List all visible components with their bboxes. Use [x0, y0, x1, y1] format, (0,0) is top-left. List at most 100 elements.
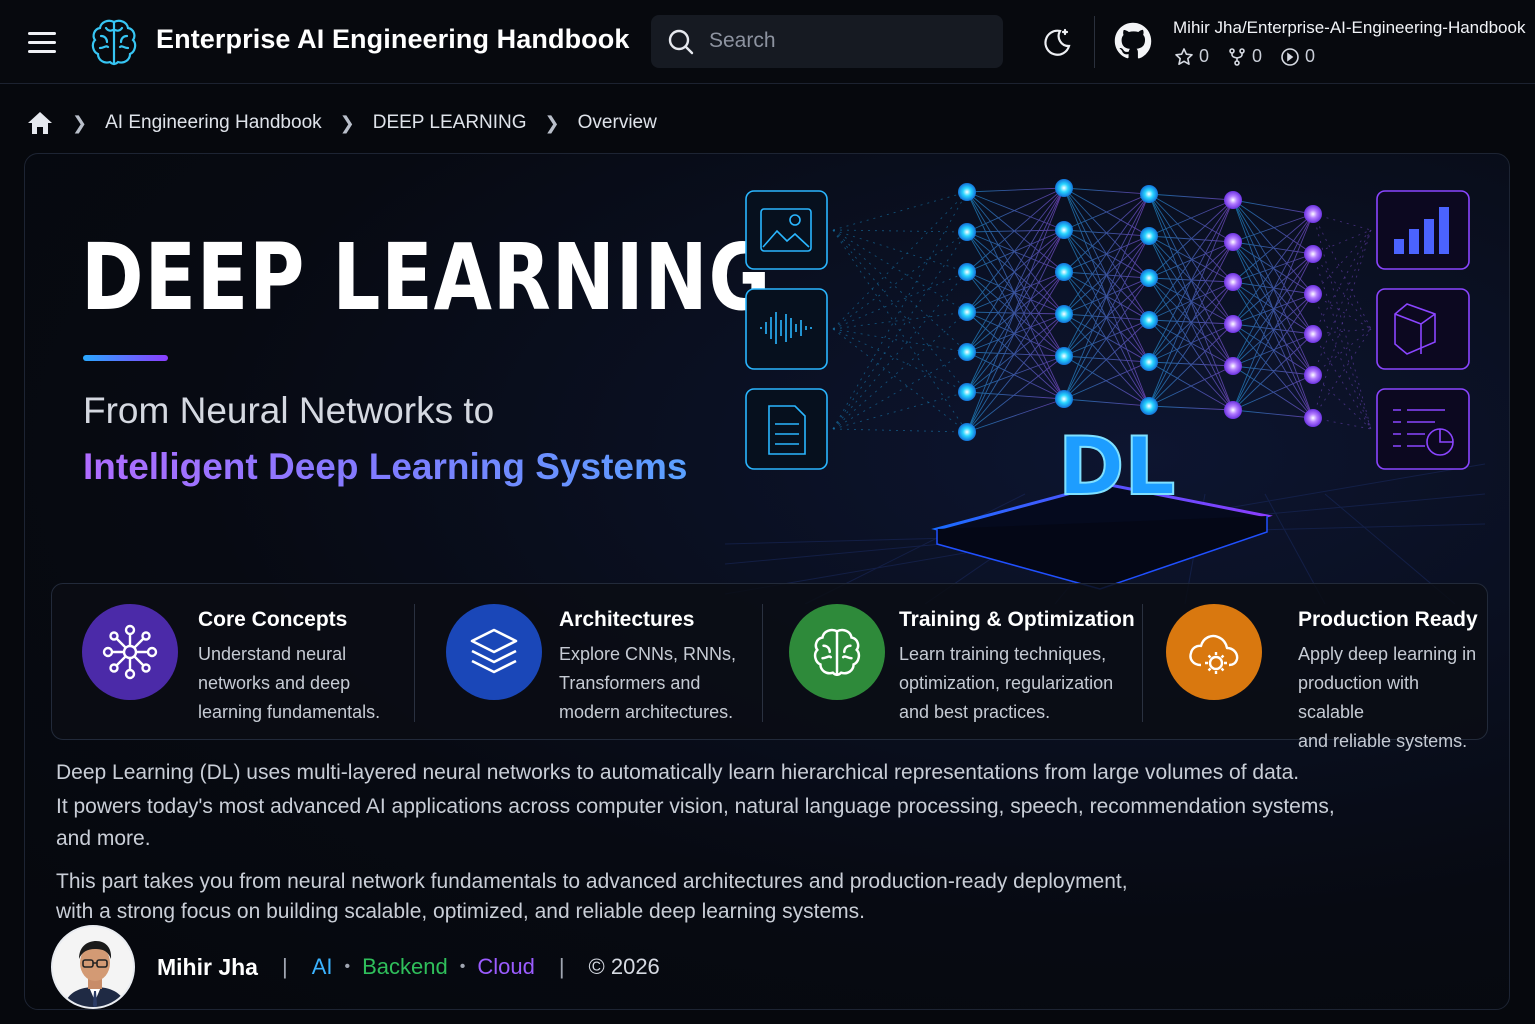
author-portrait: [53, 927, 133, 1007]
network-link: [1063, 398, 1150, 407]
network-node: [1140, 397, 1158, 415]
hero-subtitle-line2: Intelligent Deep Learning Systems: [83, 446, 688, 487]
feature-description: Understand neural networks and deep lear…: [198, 644, 381, 722]
input-link: [832, 191, 968, 231]
input-link: [832, 271, 968, 430]
input-link: [832, 229, 968, 433]
dl-badge: DL: [1058, 420, 1175, 513]
brain-logo-icon: [91, 19, 137, 66]
site-title[interactable]: Enterprise AI Engineering Handbook: [156, 24, 629, 55]
search-input[interactable]: [709, 25, 989, 57]
star-icon: [1175, 47, 1193, 65]
separator: |: [558, 954, 565, 979]
network-node: [958, 263, 976, 281]
network-link: [966, 231, 1065, 315]
network-node: [1055, 347, 1073, 365]
network-node: [1304, 245, 1322, 263]
feature-icon-circle: [1166, 604, 1262, 700]
network-link: [966, 351, 1065, 400]
network-icon: [102, 624, 158, 680]
hero-title: DEEP LEARNING: [81, 224, 772, 331]
input-link: [832, 328, 968, 353]
network-node: [958, 223, 976, 241]
title-accent-bar: [83, 355, 168, 361]
search-box[interactable]: [651, 15, 1003, 68]
feature-architectures[interactable]: Architectures Explore CNNs, RNNs, Transf…: [416, 584, 761, 741]
input-link: [832, 328, 968, 433]
network-node: [1304, 205, 1322, 223]
input-link: [832, 428, 968, 433]
feature-core-concepts[interactable]: Core Concepts Understand neural networks…: [52, 584, 412, 741]
network-node: [1304, 366, 1322, 384]
network-node: [1140, 227, 1158, 245]
output-link: [1312, 213, 1372, 231]
hamburger-menu-icon[interactable]: [26, 28, 60, 56]
watchers-stat[interactable]: 0: [1280, 46, 1315, 67]
intro-paragraph-line3: and more.: [56, 827, 151, 850]
watchers-count: 0: [1305, 46, 1316, 66]
output-link: [1312, 229, 1372, 295]
author-footer: Mihir Jha | AI • Backend • Cloud | © 202…: [51, 924, 660, 1009]
breadcrumb: ❯ AI Engineering Handbook ❯ DEEP LEARNIN…: [26, 108, 657, 138]
chevron-right-icon: ❯: [72, 112, 88, 133]
feature-production-ready[interactable]: Production Ready Apply deep learning in …: [1144, 584, 1488, 751]
tag-cloud[interactable]: Cloud: [477, 954, 534, 980]
feature-description: Explore CNNs, RNNs, Transformers and mod…: [559, 644, 737, 722]
hero-card: DEEP LEARNING From Neural Networks to In…: [24, 153, 1510, 1010]
network-node: [1055, 390, 1073, 408]
network-node: [958, 303, 976, 321]
network-node: [958, 423, 976, 441]
repo-link[interactable]: Mihir Jha/Enterprise-AI-Engineering-Hand…: [1173, 18, 1525, 38]
chevron-right-icon: ❯: [544, 112, 560, 133]
output-link: [1312, 253, 1372, 330]
feature-description: Apply deep learning in production with s…: [1298, 644, 1477, 751]
tag-backend[interactable]: Backend: [362, 954, 448, 980]
network-node: [1224, 401, 1242, 419]
feature-training-optimization[interactable]: Training & Optimization Learn training t…: [764, 584, 1141, 741]
breadcrumb-deep-learning[interactable]: DEEP LEARNING: [373, 112, 527, 134]
network-node: [1304, 285, 1322, 303]
input-link: [832, 229, 968, 313]
feature-title: Training & Optimization: [899, 608, 1135, 631]
home-icon[interactable]: [26, 109, 54, 137]
output-link: [1312, 229, 1372, 255]
network-link: [1232, 409, 1314, 419]
network-link: [1063, 187, 1150, 195]
stars-count: 0: [1199, 46, 1210, 66]
dark-mode-moon-icon[interactable]: [1038, 24, 1074, 60]
intro-paragraph-line2: It powers today's most advanced AI appli…: [56, 795, 1335, 818]
network-link: [1232, 323, 1314, 419]
github-icon[interactable]: [1114, 22, 1152, 60]
input-link: [832, 229, 968, 393]
chevron-right-icon: ❯: [339, 112, 355, 133]
scope-paragraph-line1: This part takes you from neural network …: [56, 870, 1128, 893]
network-link: [1148, 235, 1234, 283]
network-node: [1055, 305, 1073, 323]
network-node: [1140, 185, 1158, 203]
network-link: [966, 187, 1065, 193]
feature-divider: [414, 604, 415, 722]
hero-subtitle-line1: From Neural Networks to: [83, 390, 495, 431]
output-link: [1312, 213, 1372, 430]
avatar[interactable]: [51, 925, 135, 1009]
tag-ai[interactable]: AI: [312, 954, 333, 980]
copyright: © 2026: [588, 954, 660, 979]
input-link: [832, 231, 968, 330]
forks-stat[interactable]: 0: [1227, 46, 1262, 67]
network-node: [1055, 221, 1073, 239]
input-link: [832, 328, 968, 393]
input-link: [832, 311, 968, 430]
network-link: [966, 187, 1065, 353]
feature-icon-circle: [446, 604, 542, 700]
network-link: [1148, 365, 1234, 407]
layers-icon: [470, 628, 518, 674]
breadcrumb-handbook[interactable]: AI Engineering Handbook: [105, 112, 322, 134]
top-navigation-bar: Enterprise AI Engineering Handbook Mihir…: [0, 0, 1535, 84]
feature-icon-circle: [82, 604, 178, 700]
issues-circle-icon: [1281, 47, 1299, 66]
output-link: [1312, 293, 1372, 430]
network-node: [1055, 179, 1073, 197]
feature-icon-circle: [789, 604, 885, 700]
input-link: [832, 229, 968, 233]
stars-stat[interactable]: 0: [1174, 46, 1209, 67]
